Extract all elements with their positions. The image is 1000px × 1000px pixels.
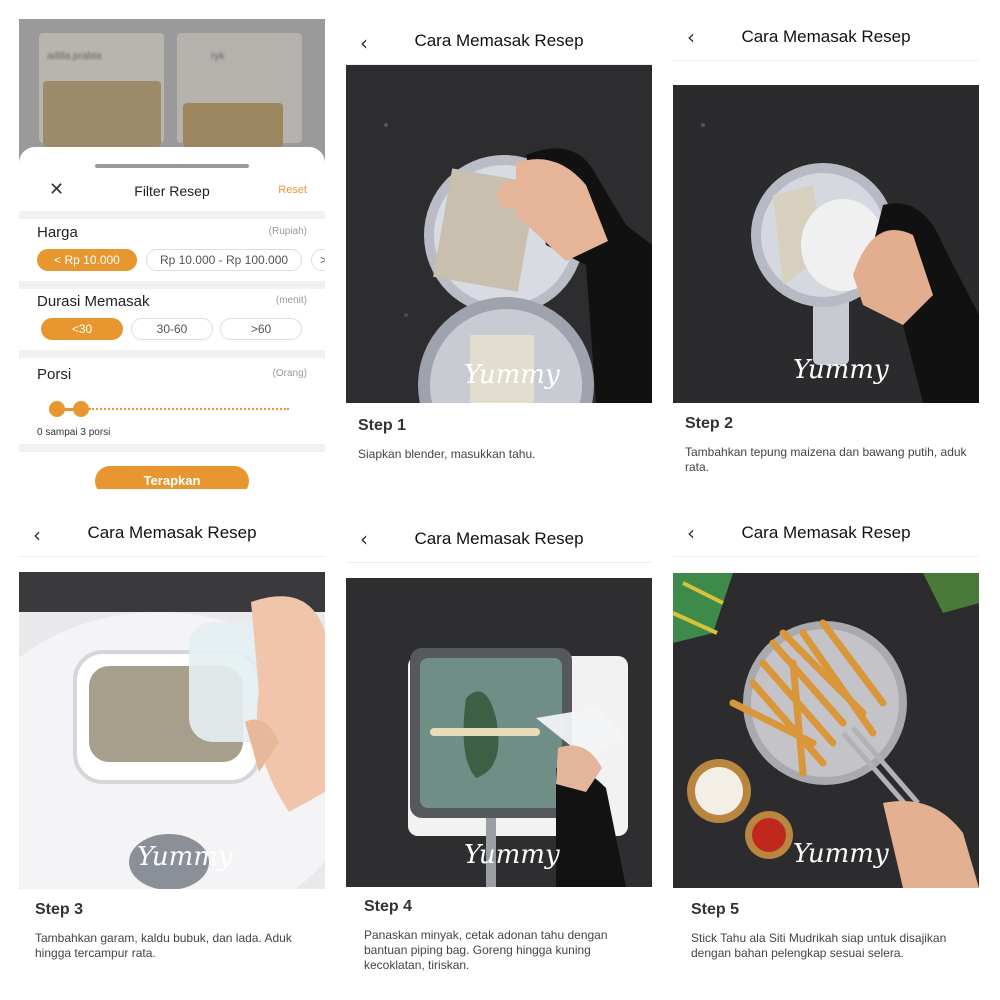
step-description: Tambahkan garam, kaldu bubuk, dan lada. …: [35, 931, 292, 960]
step-description: Tambahkan tepung maizena dan bawang puti…: [685, 445, 967, 474]
header: ‹ Cara Memasak Resep: [673, 19, 979, 61]
reset-button[interactable]: Reset: [278, 184, 307, 196]
page-title: Cara Memasak Resep: [414, 529, 584, 548]
step-label: Step 5: [691, 901, 740, 918]
porsi-range-text: 0 sampai 3 porsi: [37, 427, 111, 438]
step-photo: Yummy: [673, 573, 979, 888]
step-label: Step 2: [685, 415, 734, 432]
step-description: Stick Tahu ala Siti Mudrikah siap untuk …: [691, 931, 947, 960]
apply-button[interactable]: Terapkan: [95, 466, 249, 489]
porsi-unit: (Orang): [272, 368, 307, 379]
filter-screen: adilla.prabta ryk ✕ Filter Resep Reset H…: [19, 19, 325, 489]
porsi-slider[interactable]: [19, 401, 325, 417]
header: ‹ Cara Memasak Resep: [19, 511, 325, 557]
page-title: Cara Memasak Resep: [414, 31, 584, 50]
chip-harga-low[interactable]: < Rp 10.000: [37, 249, 137, 271]
header: ‹ Cara Memasak Resep: [673, 511, 979, 557]
step-photo: Yummy: [346, 578, 652, 887]
step-photo: Yummy: [19, 572, 325, 889]
recipe-step-screen: ‹ Cara Memasak Resep Yummy Step 1 Siapka…: [346, 19, 652, 489]
durasi-unit: (menit): [275, 295, 307, 306]
slider-max-handle[interactable]: [73, 401, 89, 417]
step-label: Step 3: [35, 901, 84, 918]
chip-durasi-mid[interactable]: 30-60: [131, 318, 213, 340]
durasi-label: Durasi Memasak: [37, 293, 150, 310]
recipe-step-screen: ‹ Cara Memasak Resep Yummy Step 3 Tambah…: [19, 511, 325, 981]
step-description: Panaskan minyak, cetak adonan tahu denga…: [364, 928, 608, 972]
step-label: Step 1: [358, 417, 407, 434]
chip-durasi-short[interactable]: <30: [41, 318, 123, 340]
recipe-step-screen: ‹ Cara Memasak Resep Yummy Step 2 Tambah…: [673, 19, 979, 489]
slider-min-handle[interactable]: [49, 401, 65, 417]
recipe-step-screen: ‹ Cara Memasak Resep Yummy Step 4 Panask…: [346, 511, 652, 981]
filter-sheet: ✕ Filter Resep Reset Harga (Rupiah) < Rp…: [19, 147, 325, 489]
yummy-watermark: Yummy: [464, 840, 560, 870]
chip-harga-high[interactable]: >: [311, 249, 325, 271]
step-label: Step 4: [364, 898, 413, 915]
feed-user-1: adilla.prabta: [47, 51, 102, 62]
page-title: Cara Memasak Resep: [741, 27, 911, 46]
harga-unit: (Rupiah): [268, 226, 307, 237]
porsi-label: Porsi: [37, 366, 72, 383]
yummy-watermark: Yummy: [137, 842, 233, 872]
yummy-watermark: Yummy: [793, 839, 889, 869]
header: ‹ Cara Memasak Resep: [346, 511, 652, 563]
harga-label: Harga: [37, 224, 78, 241]
chip-durasi-long[interactable]: >60: [220, 318, 302, 340]
step-description: Siapkan blender, masukkan tahu.: [358, 447, 536, 461]
header: ‹ Cara Memasak Resep: [346, 19, 652, 65]
step-photo: Yummy: [673, 85, 979, 403]
drag-handle[interactable]: [95, 164, 249, 168]
page-title: Cara Memasak Resep: [741, 523, 911, 542]
recipe-step-screen: ‹ Cara Memasak Resep Yummy Step 5 Stick …: [673, 511, 979, 981]
feed-user-2: ryk: [211, 51, 225, 62]
chip-harga-mid[interactable]: Rp 10.000 - Rp 100.000: [146, 249, 302, 271]
page-title: Cara Memasak Resep: [87, 523, 257, 542]
yummy-watermark: Yummy: [793, 355, 889, 385]
yummy-watermark: Yummy: [464, 360, 560, 390]
step-photo: Yummy: [346, 65, 652, 403]
